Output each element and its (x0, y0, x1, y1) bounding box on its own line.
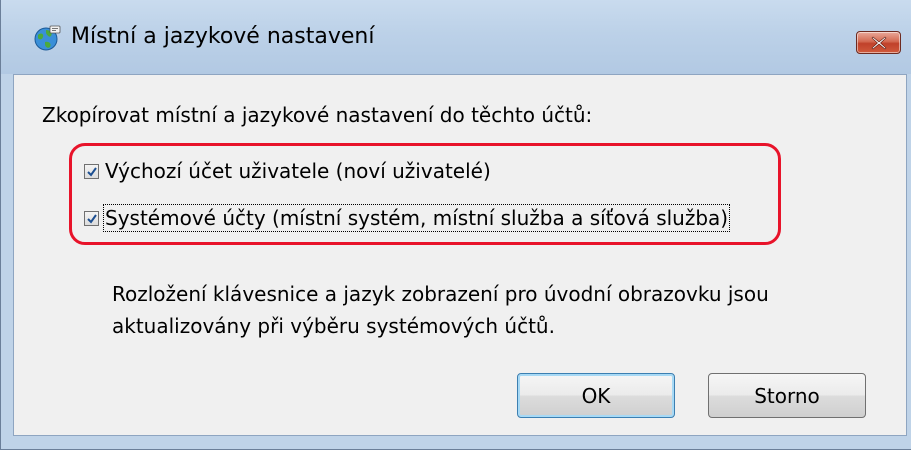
ok-button[interactable]: OK (517, 373, 675, 418)
system-accounts-checkbox[interactable] (84, 210, 99, 226)
system-accounts-option[interactable]: Systémové účty (místní systém, místní sl… (84, 204, 731, 232)
default-user-account-label[interactable]: Výchozí účet uživatele (noví uživatelé) (105, 159, 491, 183)
close-icon (871, 36, 887, 50)
window-title: Místní a jazykové nastavení (71, 24, 375, 49)
info-note: Rozložení klávesnice a jazyk zobrazení p… (112, 282, 769, 338)
instruction-text: Zkopírovat místní a jazykové nastavení d… (42, 103, 593, 127)
cancel-button[interactable]: Storno (708, 373, 866, 418)
dialog-window: Místní a jazykové nastavení Zkopírovat m… (0, 0, 911, 450)
dialog-body: Zkopírovat místní a jazykové nastavení d… (13, 74, 907, 436)
checkmark-icon (87, 213, 97, 224)
default-user-account-checkbox[interactable] (84, 163, 99, 179)
default-user-account-option[interactable]: Výchozí účet uživatele (noví uživatelé) (84, 158, 491, 184)
close-button[interactable] (856, 31, 901, 54)
checkmark-icon (87, 166, 97, 177)
system-accounts-label[interactable]: Systémové účty (místní systém, místní sl… (102, 204, 731, 232)
title-bar[interactable]: Místní a jazykové nastavení (1, 0, 911, 74)
globe-icon (31, 22, 63, 54)
